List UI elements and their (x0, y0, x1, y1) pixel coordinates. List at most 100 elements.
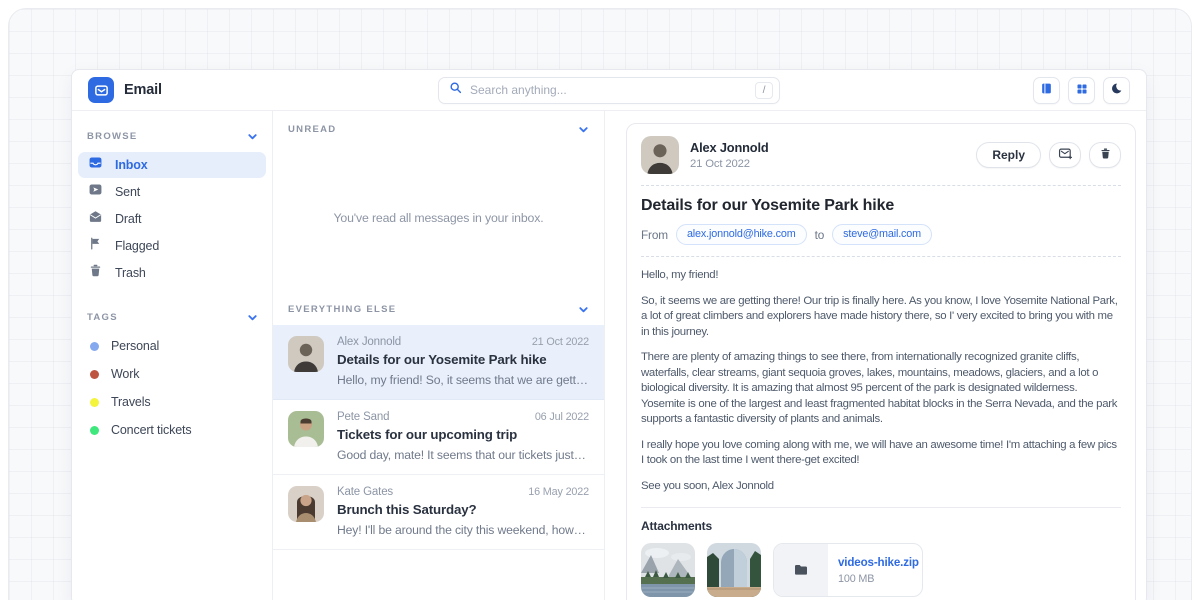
attachments-row: videos-hike.zip 100 MB (641, 543, 1121, 597)
tag-item-travels[interactable]: Travels (78, 389, 266, 415)
to-email-chip[interactable]: steve@mail.com (832, 224, 932, 245)
mail-sender: Alex Jonnold (337, 336, 401, 348)
sidebar-item-label: Sent (115, 185, 140, 199)
sent-icon (88, 182, 103, 202)
to-label: to (815, 228, 825, 242)
zip-file-size: 100 MB (838, 573, 922, 585)
unread-label: UNREAD (288, 124, 336, 135)
tag-color-dot (90, 398, 99, 407)
tags-section-header: TAGS (78, 300, 266, 333)
sidebar-item-label: Draft (115, 212, 141, 226)
avatar (641, 136, 679, 174)
app-title: Email (124, 82, 162, 98)
zip-file-info: videos-hike.zip 100 MB (828, 544, 922, 596)
search-icon (449, 81, 462, 99)
sidebar: BROWSE Inbox (72, 111, 272, 600)
app-header: Email / (72, 70, 1146, 111)
sidebar-item-draft[interactable]: Draft (78, 206, 266, 232)
notebook-button[interactable] (1033, 77, 1060, 104)
mail-subject: Tickets for our upcoming trip (337, 427, 589, 442)
attachments-label: Attachments (641, 519, 1121, 533)
divider (641, 185, 1121, 186)
attachment-photo-valley[interactable] (641, 543, 695, 597)
chevron-down-icon[interactable] (247, 312, 258, 323)
unread-section-header: UNREAD (273, 111, 604, 145)
tags-label: TAGS (87, 312, 118, 323)
delete-button[interactable] (1089, 142, 1121, 168)
from-email-chip[interactable]: alex.jonnold@hike.com (676, 224, 807, 245)
chevron-down-icon[interactable] (247, 131, 258, 142)
forward-button[interactable] (1049, 142, 1081, 168)
from-label: From (641, 228, 668, 242)
mail-body-text: Hello, my friend! So, it seems we are ge… (641, 268, 1121, 494)
search-shortcut-badge: / (755, 82, 773, 99)
avatar (288, 411, 324, 447)
sidebar-item-sent[interactable]: Sent (78, 179, 266, 205)
trash-icon (88, 263, 103, 283)
email-logo-icon (88, 77, 114, 103)
draft-icon (88, 209, 103, 229)
sidebar-item-label: Inbox (115, 158, 148, 172)
tag-color-dot (90, 370, 99, 379)
brand: Email (88, 77, 438, 103)
mail-subject: Details for our Yosemite Park hike (337, 352, 589, 367)
divider (641, 507, 1121, 508)
moon-icon (1110, 82, 1123, 98)
grid-icon (1076, 83, 1088, 98)
body-paragraph: See you soon, Alex Jonnold (641, 479, 1121, 495)
sidebar-item-flagged[interactable]: Flagged (78, 233, 266, 259)
mail-item-content: Kate Gates 16 May 2022 Brunch this Satur… (337, 486, 589, 537)
mail-preview: Good day, mate! It seems that our ticket… (337, 448, 589, 462)
mail-preview: Hello, my friend! So, it seems that we a… (337, 373, 589, 387)
mail-list-item[interactable]: Kate Gates 16 May 2022 Brunch this Satur… (273, 475, 604, 550)
trash-icon (1099, 147, 1112, 163)
sidebar-item-trash[interactable]: Trash (78, 260, 266, 286)
mail-list-item[interactable]: Pete Sand 06 Jul 2022 Tickets for our up… (273, 400, 604, 475)
unread-empty-message: You've read all messages in your inbox. (273, 145, 604, 291)
mail-detail-card: Alex Jonnold 21 Oct 2022 Reply (626, 123, 1136, 600)
tag-color-dot (90, 426, 99, 435)
apps-grid-button[interactable] (1068, 77, 1095, 104)
mail-list-item[interactable]: Alex Jonnold 21 Oct 2022 Details for our… (273, 325, 604, 400)
attachment-zip-card[interactable]: videos-hike.zip 100 MB (773, 543, 923, 597)
tags-list: Personal Work Travels Concert tickets (78, 333, 266, 443)
email-app-window: Email / (71, 69, 1147, 600)
attachment-photo-half-dome[interactable] (707, 543, 761, 597)
mail-detail-pane: Alex Jonnold 21 Oct 2022 Reply (605, 111, 1146, 600)
book-icon (1040, 82, 1053, 98)
header-actions (780, 77, 1130, 104)
tag-color-dot (90, 342, 99, 351)
tag-item-personal[interactable]: Personal (78, 333, 266, 359)
dark-mode-button[interactable] (1103, 77, 1130, 104)
mail-sender: Pete Sand (337, 411, 389, 423)
divider (641, 256, 1121, 257)
browse-section-header: BROWSE (78, 119, 266, 152)
body-paragraph: Hello, my friend! (641, 268, 1121, 284)
mail-item-content: Pete Sand 06 Jul 2022 Tickets for our up… (337, 411, 589, 462)
chevron-down-icon[interactable] (578, 304, 589, 315)
tag-item-work[interactable]: Work (78, 361, 266, 387)
sidebar-item-inbox[interactable]: Inbox (78, 152, 266, 178)
mail-list-column: UNREAD You've read all messages in your … (272, 111, 605, 600)
body-paragraph: I really hope you love coming along with… (641, 438, 1121, 469)
mail-sender: Kate Gates (337, 486, 393, 498)
from-to-row: From alex.jonnold@hike.com to steve@mail… (641, 224, 1121, 245)
everything-else-label: EVERYTHING ELSE (288, 304, 396, 315)
sidebar-item-label: Flagged (115, 239, 159, 253)
search-input[interactable] (470, 83, 747, 97)
detail-actions: Reply (976, 142, 1121, 168)
envelope-plus-icon (1058, 146, 1073, 164)
body-paragraph: So, it seems we are getting there! Our t… (641, 294, 1121, 341)
search-bar[interactable]: / (438, 77, 780, 104)
tag-item-concert-tickets[interactable]: Concert tickets (78, 417, 266, 443)
mail-item-content: Alex Jonnold 21 Oct 2022 Details for our… (337, 336, 589, 387)
reply-button[interactable]: Reply (976, 142, 1041, 168)
zip-file-name[interactable]: videos-hike.zip (838, 556, 922, 569)
mail-date: 21 Oct 2022 (532, 336, 589, 348)
mail-date: 06 Jul 2022 (535, 411, 589, 423)
detail-header: Alex Jonnold 21 Oct 2022 Reply (641, 136, 1121, 174)
mail-preview: Hey! I'll be around the city this weeken… (337, 523, 589, 537)
mail-subject: Brunch this Saturday? (337, 502, 589, 517)
chevron-down-icon[interactable] (578, 124, 589, 135)
body-paragraph: There are plenty of amazing things to se… (641, 350, 1121, 428)
